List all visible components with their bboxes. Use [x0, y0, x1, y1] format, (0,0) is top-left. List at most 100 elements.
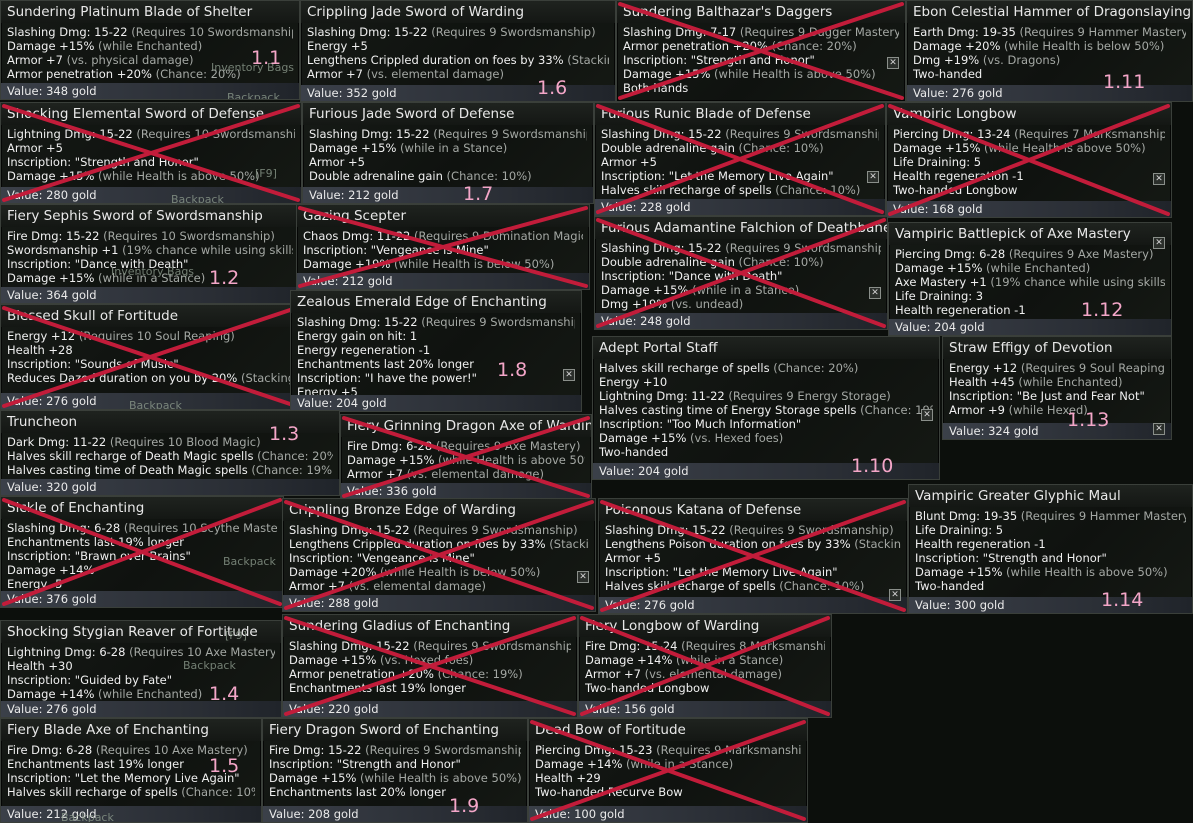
stat-line: Armor +5: [601, 155, 879, 169]
stat-condition: (19% chance while using skills): [990, 275, 1165, 289]
stat-condition: (Requires 10 Blood Magic): [109, 435, 261, 449]
stat-condition: (Requires 9 Swordsmanship): [729, 523, 894, 537]
stat-condition: (Requires 9 Swordsmanship): [421, 315, 575, 329]
close-icon[interactable]: ✕: [1153, 173, 1165, 185]
item-name: Fiery Longbow of Warding: [579, 615, 831, 637]
stat-text: Inscription: "Strength and Honor": [269, 757, 461, 771]
stat-line: Slashing Dmg: 15-22 (Requires 9 Swordsma…: [601, 127, 879, 141]
close-icon[interactable]: ✕: [921, 409, 933, 421]
stat-line: Halves skill recharge of spells (Chance:…: [605, 579, 901, 593]
stat-text: Enchantments last 20% longer: [269, 785, 446, 799]
close-icon[interactable]: ✕: [869, 287, 881, 299]
stat-condition: (19% chance while using skills): [122, 243, 293, 257]
stat-text: Fire Dmg: 15-22: [269, 743, 366, 757]
stat-line: Slashing Dmg: 7-17 (Requires 9 Dagger Ma…: [623, 25, 899, 39]
stat-text: Axe Mastery +1: [895, 275, 991, 289]
stat-text: Piercing Dmg: 6-28: [895, 247, 1009, 261]
stat-text: Health +45: [949, 375, 1019, 389]
stat-condition: (while in a Stance): [676, 653, 784, 667]
background-ui-label: Backpack: [227, 91, 280, 100]
stat-line: Health regeneration -1: [895, 303, 1165, 317]
stat-text: Damage +15%: [601, 283, 693, 297]
stat-condition: (Requires 9 Swordsmanship): [725, 127, 879, 141]
stat-condition: (while Enchanted): [986, 261, 1091, 275]
background-ui-label: Backpack: [171, 193, 224, 204]
item-name: Crippling Bronze Edge of Warding: [283, 499, 595, 521]
stat-text: Enchantments last 19% longer: [7, 535, 184, 549]
close-icon[interactable]: ✕: [1153, 423, 1165, 435]
stat-condition: (vs. Dragons): [982, 53, 1061, 67]
background-ui-label: Backpack: [183, 659, 236, 672]
item-value: Value: 228 gold: [595, 199, 885, 215]
close-icon[interactable]: ✕: [889, 589, 901, 601]
stat-line: Health +45 (while Enchanted): [949, 375, 1165, 389]
stat-line: Inscription: "Strength and Honor": [269, 757, 521, 771]
stat-line: Halves casting time of Energy Storage sp…: [599, 403, 933, 417]
close-icon[interactable]: ✕: [867, 171, 879, 183]
item-stats: Energy +12 (Requires 9 Soul Reaping) Heal…: [943, 359, 1171, 417]
stat-condition: (Stacking): [549, 537, 589, 551]
stat-line: Enchantments last 19% longer: [7, 535, 277, 549]
stat-line: Enchantments last 20% longer: [297, 357, 575, 371]
background-ui-label: Backpack: [223, 555, 276, 568]
stat-text: Swordsmanship +1: [7, 243, 123, 257]
stat-line: Armor +5: [7, 141, 295, 155]
stat-line: Slashing Dmg: 15-22 (Requires 9 Swordsma…: [605, 523, 901, 537]
item-value: Value: 204 gold: [291, 395, 581, 411]
stat-text: Slashing Dmg: 15-22: [289, 639, 414, 653]
stat-text: Two-handed: [913, 67, 983, 81]
item-value: Value: 376 gold: [1, 591, 283, 607]
stat-condition: (Chance: 10%): [779, 579, 865, 593]
stat-line: Damage +20% (while Health is below 50%): [289, 565, 589, 579]
close-icon[interactable]: ✕: [887, 57, 899, 69]
item-value: Value: 248 gold: [595, 313, 887, 329]
item-name: Dead Bow of Fortitude: [529, 719, 807, 741]
stat-text: Health +29: [535, 771, 601, 785]
stat-text: Slashing Dmg: 15-22: [297, 315, 422, 329]
stat-line: Slashing Dmg: 15-22 (Requires 9 Swordsma…: [289, 639, 571, 653]
stat-text: Damage +14%: [585, 653, 677, 667]
close-icon[interactable]: ✕: [577, 571, 589, 583]
stat-line: Damage +15% (while Health is above 50%): [893, 141, 1165, 155]
item-stats: Slashing Dmg: 15-22 (Requires 9 Swordsma…: [595, 239, 887, 311]
stat-text: Damage +15%: [599, 431, 691, 445]
item-tooltip: Fiery Sephis Sword of Swordsmanship Fire …: [0, 204, 300, 304]
item-name: Sundering Platinum Blade of Shelter: [1, 1, 299, 23]
stat-condition: (while Health is below 50%): [1004, 39, 1165, 53]
stat-text: Armor +9: [949, 403, 1009, 417]
stat-text: Lengthens Crippled duration on foes by 3…: [307, 53, 568, 67]
stat-text: Armor +7: [289, 579, 349, 593]
close-icon[interactable]: ✕: [1153, 237, 1165, 249]
item-stats: Slashing Dmg: 15-22 (Requires 9 Swordsma…: [283, 521, 595, 593]
stat-line: Lengthens Crippled duration on foes by 3…: [307, 53, 609, 67]
annotation-number: 1.5: [209, 755, 240, 777]
stat-line: Damage +15% (while Enchanted): [895, 261, 1165, 275]
stat-line: Damage +15% (while in a Stance): [601, 283, 881, 297]
stat-line: Inscription: "I have the power!": [297, 371, 575, 385]
stat-text: Damage +15%: [895, 261, 987, 275]
stat-text: Slashing Dmg: 15-22: [7, 25, 132, 39]
stat-condition: (Chance: 10%): [181, 785, 255, 799]
close-icon[interactable]: ✕: [563, 369, 575, 381]
stat-text: Enchantments last 20% longer: [297, 357, 474, 371]
item-stats: Chaos Dmg: 11-22 (Requires 9 Domination …: [297, 227, 589, 271]
stat-text: Two-handed Recurve Bow: [535, 785, 683, 799]
stat-line: Enchantments last 20% longer: [269, 785, 521, 799]
stat-text: Inscription: "Guided by Fate": [7, 673, 173, 687]
item-name: Sickle of Enchanting: [1, 497, 283, 519]
stat-line: Fire Dmg: 15-24 (Requires 8 Marksmanship…: [585, 639, 825, 653]
annotation-number: 1.2: [209, 267, 240, 289]
stat-text: Both hands: [623, 81, 689, 95]
annotation-number: 1.3: [269, 423, 300, 445]
stat-line: Armor penetration +20% (Chance: 20%): [623, 39, 899, 53]
item-name: Vampiric Longbow: [887, 103, 1171, 125]
item-name: Furious Adamantine Falchion of Deathbane: [595, 217, 887, 239]
stat-text: Armor +5: [605, 551, 661, 565]
stat-text: Enchantments last 19% longer: [7, 757, 184, 771]
item-tooltip: Crippling Bronze Edge of Warding Slashing…: [282, 498, 596, 612]
item-name: Adept Portal Staff: [593, 337, 939, 359]
stat-text: Two-handed Longbow: [585, 681, 710, 695]
item-value: Value: 212 gold: [297, 273, 589, 289]
stat-condition: (Requires 9 Swordsmanship): [413, 523, 578, 537]
annotation-number: 1.9: [449, 795, 480, 817]
